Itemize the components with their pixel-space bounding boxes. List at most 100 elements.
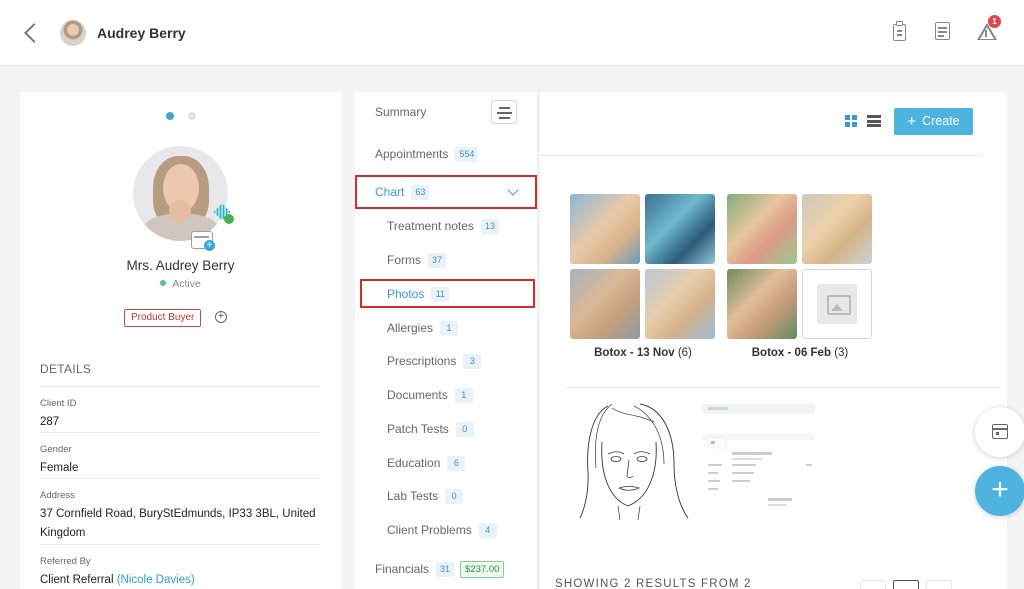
nav-count: 0 bbox=[445, 489, 464, 504]
nav-count: 63 bbox=[411, 185, 430, 200]
detail-value: Client Referral (Nicole Davies) bbox=[40, 571, 320, 589]
list-view-icon[interactable] bbox=[867, 115, 881, 127]
nav-count: 3 bbox=[463, 354, 482, 369]
nav-summary[interactable]: Summary bbox=[375, 105, 426, 119]
album-name: Botox - 06 Feb bbox=[751, 347, 831, 359]
avatar[interactable] bbox=[60, 20, 86, 46]
pagination-prev[interactable] bbox=[860, 580, 886, 589]
add-card-icon[interactable]: + bbox=[204, 240, 215, 251]
add-tag-icon[interactable]: + bbox=[215, 311, 227, 323]
financial-balance: $237.00 bbox=[460, 561, 505, 578]
album-photo-placeholder[interactable] bbox=[802, 269, 872, 339]
plus-icon: + bbox=[991, 473, 1009, 506]
nav-prescriptions[interactable]: Prescriptions 3 bbox=[387, 354, 482, 369]
profile-card: + Mrs. Audrey Berry Active Product Buyer… bbox=[20, 92, 341, 589]
nav-label: Allergies bbox=[387, 321, 434, 335]
nav-client-problems[interactable]: Client Problems 4 bbox=[387, 523, 497, 538]
summary-list-icon[interactable] bbox=[491, 100, 517, 124]
nav-label: Prescriptions bbox=[387, 354, 457, 368]
nav-label: Lab Tests bbox=[387, 489, 439, 503]
photos-panel: + Create Botox - 13 Nov (6) Botox - 06 Fe… bbox=[540, 92, 1007, 589]
back-arrow-icon[interactable] bbox=[22, 21, 42, 45]
album-photo[interactable] bbox=[802, 194, 872, 264]
add-fab[interactable]: + bbox=[975, 466, 1024, 516]
photo-album[interactable] bbox=[727, 194, 873, 340]
nav-photos[interactable]: Photos 11 bbox=[387, 287, 450, 302]
nav-count: 1 bbox=[454, 388, 473, 403]
nav-documents[interactable]: Documents 1 bbox=[387, 388, 473, 403]
results-count: SHOWING 2 RESULTS FROM 2 bbox=[555, 578, 752, 589]
nav-treatment-notes[interactable]: Treatment notes 13 bbox=[387, 219, 499, 234]
nav-count: 554 bbox=[455, 147, 479, 162]
status-dot-icon bbox=[160, 280, 167, 286]
detail-label: Referred By bbox=[40, 556, 91, 567]
nav-label: Chart bbox=[375, 185, 405, 199]
album-count: (6) bbox=[677, 347, 692, 359]
nav-chart[interactable]: Chart 63 bbox=[375, 185, 430, 200]
grid-view-icon[interactable] bbox=[845, 115, 858, 127]
clipboard-icon[interactable] bbox=[890, 20, 910, 44]
verified-icon bbox=[213, 203, 234, 224]
nav-label: Forms bbox=[387, 253, 421, 267]
pagination-page[interactable] bbox=[893, 580, 919, 589]
nav-count: 6 bbox=[447, 456, 466, 471]
notification-badge: 1 bbox=[988, 15, 1001, 28]
detail-referred-by: Referred By Client Referral (Nicole Davi… bbox=[40, 544, 320, 589]
album-label[interactable]: Botox - 06 Feb (3) bbox=[727, 347, 873, 359]
top-bar: Audrey Berry 1 bbox=[0, 0, 1024, 66]
detail-label: Address bbox=[40, 490, 75, 501]
create-label: Create bbox=[922, 114, 960, 128]
client-name-header[interactable]: Audrey Berry bbox=[97, 25, 186, 41]
client-tag[interactable]: Product Buyer bbox=[124, 309, 202, 327]
document-thumbnail[interactable] bbox=[702, 404, 815, 511]
nav-label: Treatment notes bbox=[387, 219, 474, 233]
album-photo[interactable] bbox=[570, 269, 640, 339]
carousel-dot[interactable] bbox=[188, 112, 196, 120]
nav-count: 37 bbox=[428, 253, 447, 268]
detail-client-id: Client ID 287 bbox=[40, 386, 320, 432]
client-full-name: Mrs. Audrey Berry bbox=[126, 258, 235, 273]
nav-label: Patch Tests bbox=[387, 422, 449, 436]
face-chart-sketch[interactable] bbox=[578, 402, 690, 520]
detail-value: 287 bbox=[40, 416, 60, 428]
chart-nav: Summary Appointments 554 Chart 63 Treatmen… bbox=[355, 92, 538, 589]
calendar-fab[interactable] bbox=[975, 407, 1024, 457]
nav-label: Education bbox=[387, 456, 441, 470]
plus-icon: + bbox=[907, 113, 917, 130]
carousel-dot-active[interactable] bbox=[166, 112, 174, 120]
profile-photo[interactable] bbox=[133, 146, 228, 241]
detail-address: Address 37 Cornfield Road, BuryStEdmunds… bbox=[40, 478, 320, 543]
album-count: (3) bbox=[834, 347, 849, 359]
nav-label: Documents bbox=[387, 388, 448, 402]
nav-education[interactable]: Education 6 bbox=[387, 456, 466, 471]
notes-icon[interactable] bbox=[933, 20, 953, 44]
nav-count: 4 bbox=[478, 523, 497, 538]
create-button[interactable]: + Create bbox=[894, 108, 973, 135]
nav-lab-tests[interactable]: Lab Tests 0 bbox=[387, 489, 464, 504]
nav-appointments[interactable]: Appointments 554 bbox=[375, 147, 479, 162]
nav-count: 1 bbox=[440, 321, 459, 336]
photo-album[interactable] bbox=[570, 194, 716, 340]
nav-patch-tests[interactable]: Patch Tests 0 bbox=[387, 422, 474, 437]
album-photo[interactable] bbox=[645, 269, 715, 339]
status-text: Active bbox=[20, 278, 341, 290]
album-name: Botox - 13 Nov bbox=[594, 347, 675, 359]
referral-type: Client Referral bbox=[40, 574, 114, 586]
nav-count: 0 bbox=[455, 422, 474, 437]
details-heading: DETAILS bbox=[40, 362, 92, 376]
album-photo[interactable] bbox=[727, 269, 797, 339]
nav-label: Photos bbox=[387, 287, 425, 301]
referrer-link[interactable]: (Nicole Davies) bbox=[117, 574, 195, 586]
nav-forms[interactable]: Forms 37 bbox=[387, 253, 447, 268]
divider bbox=[565, 387, 1000, 388]
album-label[interactable]: Botox - 13 Nov (6) bbox=[570, 347, 716, 359]
nav-count: 13 bbox=[480, 219, 499, 234]
pagination-next[interactable] bbox=[926, 580, 952, 589]
status-label: Active bbox=[172, 278, 201, 290]
detail-value: 37 Cornfield Road, BuryStEdmunds, IP33 3… bbox=[40, 508, 316, 539]
nav-financials[interactable]: Financials 31 $237.00 bbox=[375, 561, 505, 578]
album-photo[interactable] bbox=[727, 194, 797, 264]
album-photo[interactable] bbox=[645, 194, 715, 264]
album-photo[interactable] bbox=[570, 194, 640, 264]
nav-allergies[interactable]: Allergies 1 bbox=[387, 321, 459, 336]
